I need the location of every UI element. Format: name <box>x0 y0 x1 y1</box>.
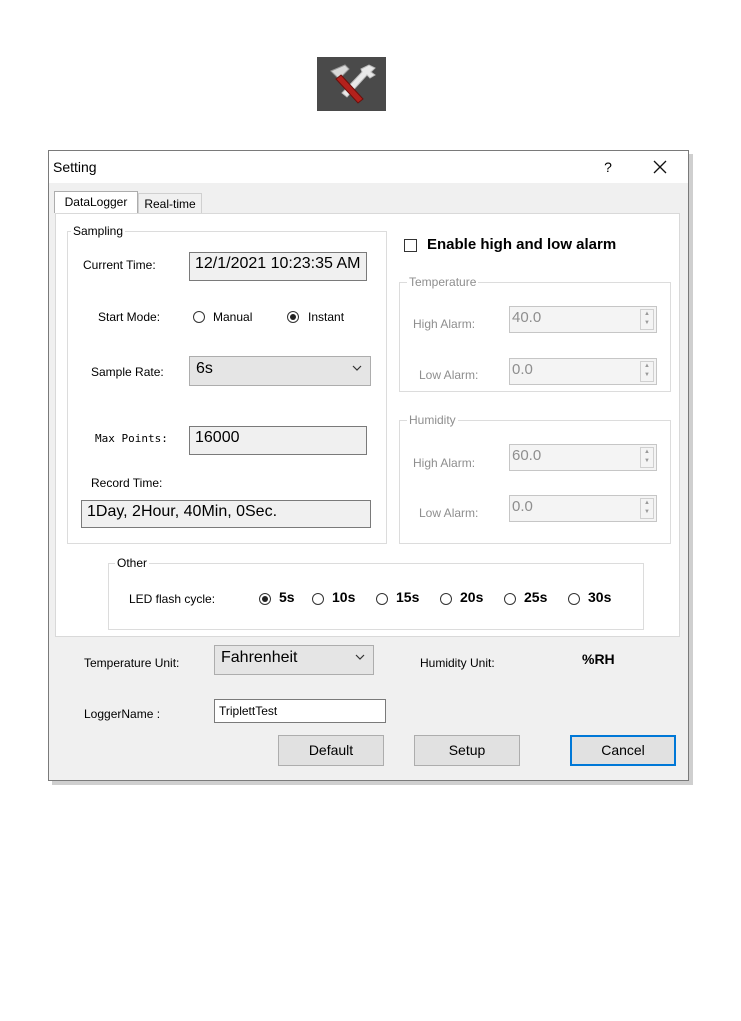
record-time-label: Record Time: <box>91 476 163 490</box>
close-button[interactable] <box>645 155 675 179</box>
led-15s-label: 15s <box>396 589 420 605</box>
cancel-button[interactable]: Cancel <box>570 735 676 766</box>
other-group-title: Other <box>115 556 150 570</box>
led-30s-label: 30s <box>588 589 612 605</box>
led-25s-label: 25s <box>524 589 548 605</box>
sample-rate-select[interactable]: 6s <box>189 356 371 386</box>
logger-name-label: LoggerName : <box>84 707 161 721</box>
led-25s-radio[interactable] <box>504 593 516 605</box>
spin-arrows-icon[interactable]: ▲ ▼ <box>640 361 654 382</box>
temp-high-alarm-label: High Alarm: <box>413 317 476 331</box>
temp-high-alarm-value: 40.0 <box>512 309 542 326</box>
chevron-down-icon <box>352 365 362 371</box>
led-30s-radio[interactable] <box>568 593 580 605</box>
sampling-group-title: Sampling <box>71 224 126 238</box>
tab-datalogger[interactable]: DataLogger <box>54 191 138 213</box>
current-time-label: Current Time: <box>83 258 156 272</box>
temp-low-alarm-spinner[interactable]: 0.0 ▲ ▼ <box>509 358 657 385</box>
humidity-unit-label: Humidity Unit: <box>420 656 495 670</box>
start-mode-instant-radio[interactable] <box>287 311 299 323</box>
start-mode-instant-label: Instant <box>308 310 345 324</box>
spin-arrows-icon[interactable]: ▲ ▼ <box>640 309 654 330</box>
temp-low-alarm-label: Low Alarm: <box>419 368 479 382</box>
setup-button[interactable]: Setup <box>414 735 520 766</box>
spin-arrows-icon[interactable]: ▲ ▼ <box>640 447 654 468</box>
led-5s-radio[interactable] <box>259 593 271 605</box>
led-15s-radio[interactable] <box>376 593 388 605</box>
title-bar: Setting ? <box>49 151 688 183</box>
chevron-down-icon <box>355 654 365 660</box>
start-mode-manual-radio[interactable] <box>193 311 205 323</box>
hum-low-alarm-spinner[interactable]: 0.0 ▲ ▼ <box>509 495 657 522</box>
hum-high-alarm-value: 60.0 <box>512 447 542 464</box>
max-points-field[interactable]: 16000 <box>189 426 367 455</box>
datalogger-tab-page: Sampling Current Time: 12/1/2021 10:23:3… <box>55 213 680 637</box>
sample-rate-label: Sample Rate: <box>91 365 164 379</box>
hum-low-alarm-value: 0.0 <box>512 498 533 515</box>
temperature-group-title: Temperature <box>407 275 479 289</box>
temperature-unit-label: Temperature Unit: <box>84 656 180 670</box>
temperature-unit-value: Fahrenheit <box>221 649 298 666</box>
enable-alarm-checkbox[interactable] <box>404 239 417 252</box>
led-20s-label: 20s <box>460 589 484 605</box>
hum-low-alarm-label: Low Alarm: <box>419 506 479 520</box>
led-flash-cycle-label: LED flash cycle: <box>129 592 216 606</box>
dialog-title: Setting <box>53 159 97 175</box>
temperature-unit-select[interactable]: Fahrenheit <box>214 645 374 675</box>
enable-alarm-label: Enable high and low alarm <box>427 236 617 253</box>
help-button[interactable]: ? <box>597 155 619 179</box>
record-time-field[interactable]: 1Day, 2Hour, 40Min, 0Sec. <box>81 500 371 528</box>
close-icon <box>653 160 667 174</box>
logger-name-input[interactable]: TriplettTest <box>214 699 386 723</box>
hum-high-alarm-spinner[interactable]: 60.0 ▲ ▼ <box>509 444 657 471</box>
hum-high-alarm-label: High Alarm: <box>413 456 476 470</box>
spin-arrows-icon[interactable]: ▲ ▼ <box>640 498 654 519</box>
humidity-unit-value: %RH <box>582 651 615 667</box>
start-mode-label: Start Mode: <box>98 310 161 324</box>
tab-real-time[interactable]: Real-time <box>138 193 202 213</box>
led-10s-radio[interactable] <box>312 593 324 605</box>
humidity-group-title: Humidity <box>407 413 458 427</box>
max-points-label: Max Points: <box>95 432 168 445</box>
temp-low-alarm-value: 0.0 <box>512 361 533 378</box>
start-mode-manual-label: Manual <box>213 310 253 324</box>
led-5s-label: 5s <box>279 589 295 605</box>
default-button[interactable]: Default <box>278 735 384 766</box>
tools-icon <box>317 57 386 111</box>
setting-dialog: Setting ? DataLogger Real-time Sampling … <box>48 150 689 781</box>
sample-rate-value: 6s <box>196 360 213 377</box>
led-20s-radio[interactable] <box>440 593 452 605</box>
temp-high-alarm-spinner[interactable]: 40.0 ▲ ▼ <box>509 306 657 333</box>
current-time-field[interactable]: 12/1/2021 10:23:35 AM <box>189 252 367 281</box>
led-10s-label: 10s <box>332 589 356 605</box>
humidity-alarm-group <box>399 420 671 544</box>
